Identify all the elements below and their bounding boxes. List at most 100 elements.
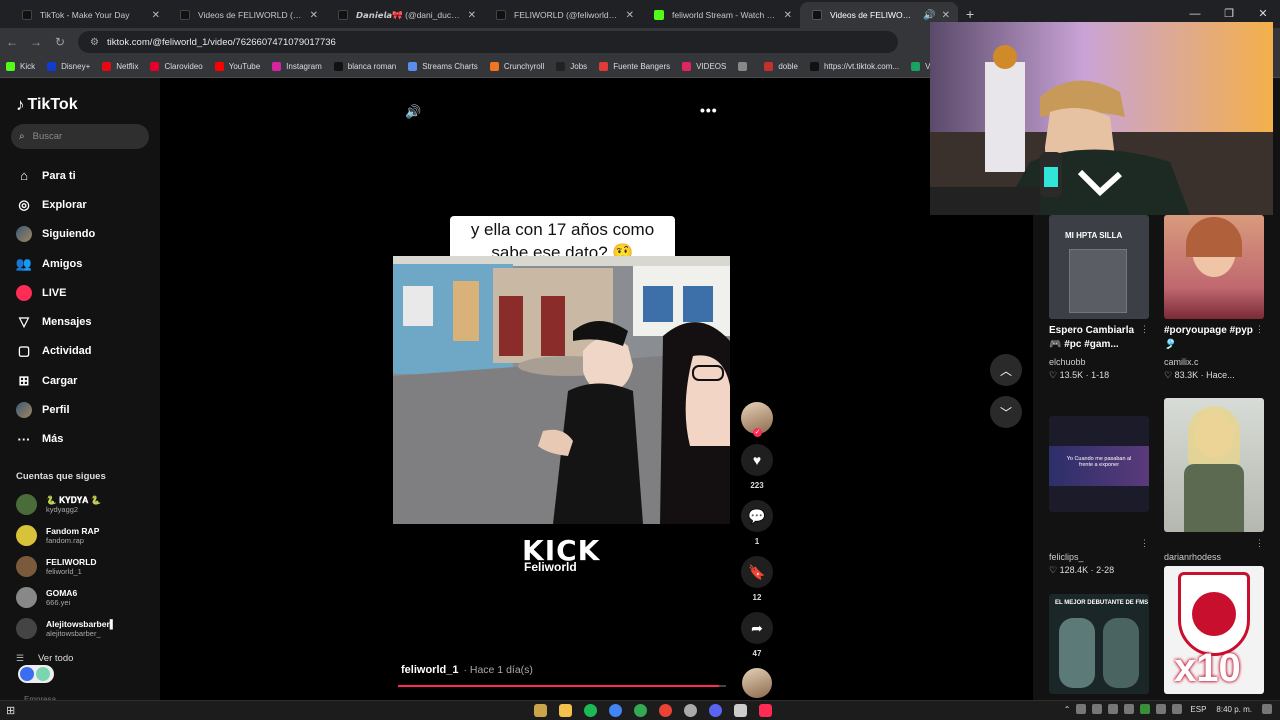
- discord-icon[interactable]: [709, 704, 722, 717]
- tiktok-app-icon[interactable]: [759, 704, 772, 717]
- close-tab-icon[interactable]: ✕: [310, 10, 318, 21]
- browser-tab[interactable]: feliworld Stream - Watch Live o ✕: [642, 2, 800, 28]
- video-user[interactable]: elchuobb: [1049, 357, 1086, 367]
- bookmark-icon[interactable]: 🔖: [741, 556, 773, 588]
- video-thumbnail[interactable]: Yo Cuando me pasaban al frente a exponer: [1049, 416, 1149, 512]
- chrome-profile-icon[interactable]: [634, 704, 647, 717]
- tray-icon[interactable]: [1108, 704, 1119, 714]
- previous-video-button[interactable]: ︿: [990, 354, 1022, 386]
- comment-icon[interactable]: 💬: [741, 500, 773, 532]
- sidebar-item-mensajes[interactable]: ▽ Mensajes: [16, 307, 95, 336]
- video-progress-bar[interactable]: [398, 685, 726, 687]
- bookmark-item[interactable]: Instagram: [272, 62, 322, 71]
- following-account[interactable]: Alejitowsbarber▌ alejitowsbarber_: [16, 613, 146, 644]
- close-tab-icon[interactable]: ✕: [626, 10, 634, 21]
- tray-up-icon[interactable]: ⌃: [1064, 705, 1071, 714]
- browser-tab[interactable]: 𝘿𝙖𝙣𝙞𝙚𝙡𝙖🎀 (@dani_ducuara0 ✕: [326, 2, 484, 28]
- video-user[interactable]: camilix.c: [1164, 357, 1199, 367]
- bookmark-item[interactable]: Crunchyroll: [489, 62, 544, 71]
- browser-tab[interactable]: FELIWORLD (@feliworld_1) | Ti✕: [484, 2, 642, 28]
- sidebar-item-live[interactable]: LIVE: [16, 278, 95, 307]
- card-menu-icon[interactable]: ⋮: [1255, 324, 1264, 335]
- music-disc-avatar[interactable]: [742, 668, 772, 698]
- reload-button[interactable]: ↻: [48, 35, 72, 49]
- forward-button[interactable]: →: [24, 35, 48, 49]
- bookmark-item[interactable]: Netflix: [102, 62, 138, 71]
- folder-icon[interactable]: [559, 704, 572, 717]
- video-title[interactable]: Espero Cambiarla 🎮 #pc #gam...: [1049, 324, 1149, 352]
- back-button[interactable]: ←: [0, 35, 24, 49]
- bookmark-item[interactable]: https://vt.tiktok.com...: [809, 62, 899, 71]
- sidebar-item-m-s[interactable]: ··· Más: [16, 425, 95, 454]
- bookmark-item[interactable]: Clarovideo: [150, 62, 203, 71]
- bookmark-item[interactable]: [738, 62, 752, 71]
- card-menu-icon[interactable]: ⋮: [1140, 324, 1149, 335]
- follow-plus-icon[interactable]: ✓: [753, 428, 762, 437]
- sidebar-item-para-ti[interactable]: ⌂ Para ti: [16, 161, 95, 190]
- close-tab-icon[interactable]: ✕: [468, 10, 476, 21]
- video-thumbnail[interactable]: x10: [1164, 566, 1264, 694]
- next-video-button[interactable]: ﹀: [990, 396, 1022, 428]
- more-options-icon[interactable]: •••: [700, 102, 718, 118]
- wifi-icon[interactable]: [1156, 704, 1167, 714]
- sidebar-item-actividad[interactable]: ▢ Actividad: [16, 337, 95, 366]
- following-account[interactable]: 🐍 𝐊𝐘𝐃𝐘𝐀 🐍 kydyagg2: [16, 489, 146, 520]
- share-icon[interactable]: ➦: [741, 612, 773, 644]
- bookmark-item[interactable]: Streams Charts: [408, 62, 478, 71]
- sidebar-item-siguiendo[interactable]: Siguiendo: [16, 220, 95, 249]
- sidebar-item-perfil[interactable]: Perfil: [16, 395, 95, 424]
- chrome-active-icon[interactable]: [659, 704, 672, 717]
- video-frame[interactable]: [393, 256, 730, 524]
- close-tab-icon[interactable]: ✕: [152, 10, 160, 21]
- notifications-icon[interactable]: [1262, 704, 1272, 714]
- creator-avatar[interactable]: ✓: [741, 402, 773, 437]
- bookmark-item[interactable]: Disney+: [47, 62, 90, 71]
- tiktok-logo[interactable]: ♪ TikTok: [16, 95, 78, 115]
- following-account[interactable]: GOMA6 666.yei: [16, 582, 146, 613]
- video-thumbnail[interactable]: MI HPTA SILLA: [1049, 215, 1149, 319]
- card-menu-icon[interactable]: ⋮: [1140, 538, 1149, 549]
- keyboard-language[interactable]: ESP: [1190, 705, 1206, 714]
- close-tab-icon[interactable]: ✕: [942, 10, 950, 21]
- tray-icon[interactable]: [1076, 704, 1087, 714]
- spotify-icon[interactable]: [584, 704, 597, 717]
- search-input[interactable]: ⌕ Buscar: [11, 124, 149, 149]
- bookmark-item[interactable]: Fuente Bangers: [599, 62, 670, 71]
- sidebar-item-explorar[interactable]: ◎ Explorar: [16, 190, 95, 219]
- card-menu-icon[interactable]: ⋮: [1255, 538, 1264, 549]
- tray-icon[interactable]: [1092, 704, 1103, 714]
- bookmark-item[interactable]: VIDEOS: [682, 62, 726, 71]
- close-tab-icon[interactable]: ✕: [784, 10, 792, 21]
- address-bar[interactable]: ⚙ tiktok.com/@feliworld_1/video/762660747…: [78, 31, 898, 53]
- bookmark-item[interactable]: Jobs: [556, 62, 587, 71]
- app-icon[interactable]: [734, 704, 747, 717]
- sidebar-item-amigos[interactable]: 👥 Amigos: [16, 249, 95, 278]
- following-account[interactable]: FELIWORLD feliworld_1: [16, 551, 146, 582]
- file-explorer-icon[interactable]: [534, 704, 547, 717]
- bookmark-item[interactable]: doble: [764, 62, 798, 71]
- video-thumbnail[interactable]: [1164, 215, 1264, 319]
- chrome-icon[interactable]: [609, 704, 622, 717]
- bookmark-item[interactable]: YouTube: [214, 62, 260, 71]
- volume-icon[interactable]: 🔊: [405, 104, 421, 120]
- following-account[interactable]: Fandom RAP fandom.rap: [16, 520, 146, 551]
- obs-icon[interactable]: [684, 704, 697, 717]
- site-info-icon[interactable]: ⚙: [90, 37, 99, 48]
- windows-start-icon[interactable]: ⊞: [6, 704, 15, 717]
- video-user[interactable]: feliclips_: [1049, 552, 1084, 562]
- video-user[interactable]: darianrhodess: [1164, 552, 1221, 562]
- clock[interactable]: 8:40 p. m.: [1216, 705, 1252, 714]
- sidebar-item-cargar[interactable]: ⊞ Cargar: [16, 366, 95, 395]
- new-tab-button[interactable]: +: [966, 6, 974, 22]
- tray-icon[interactable]: [1140, 704, 1151, 714]
- browser-tab[interactable]: Videos de FELIWORLD (@feliw✕: [168, 2, 326, 28]
- tray-icon[interactable]: [1124, 704, 1135, 714]
- volume-tray-icon[interactable]: [1172, 704, 1183, 714]
- heart-icon[interactable]: ♥: [741, 444, 773, 476]
- floating-toggle[interactable]: [18, 665, 54, 683]
- bookmark-item[interactable]: Kick: [6, 62, 35, 71]
- video-thumbnail[interactable]: [1164, 398, 1264, 532]
- video-title[interactable]: #poryoupage #pyp🎐: [1164, 324, 1264, 352]
- video-thumbnail[interactable]: EL MEJOR DEBUTANTE DE FMS: [1049, 594, 1149, 694]
- see-all-link[interactable]: ☰ Ver todo: [16, 653, 73, 664]
